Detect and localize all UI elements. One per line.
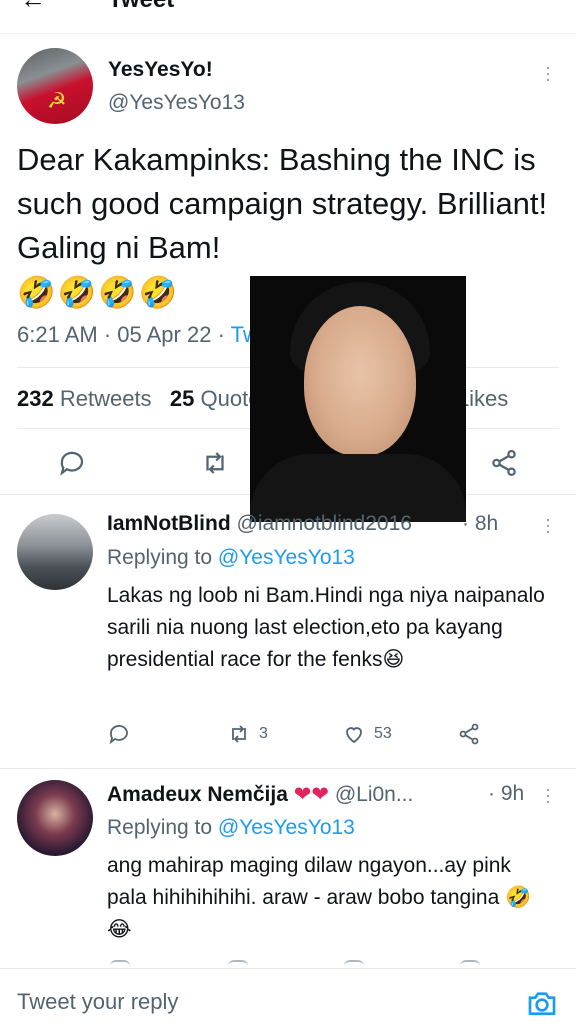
reply-icon[interactable] [107, 722, 131, 746]
retweet-button[interactable]: 3 [227, 722, 268, 746]
retweet-icon[interactable] [228, 960, 248, 968]
replying-prefix: Replying to [107, 546, 213, 569]
retweet-label[interactable]: Retweets [60, 386, 152, 411]
more-options-icon[interactable]: · · · [545, 510, 551, 540]
more-options-icon[interactable]: · · · [545, 58, 551, 88]
replying-to: Replying to @YesYesYo13 [107, 546, 355, 570]
reply-author-name[interactable]: IamNotBlind @iamnotblind2016 [107, 512, 412, 536]
author-handle[interactable]: @YesYesYo13 [108, 91, 245, 115]
share-icon[interactable] [489, 448, 519, 478]
reply-timestamp[interactable]: · 9h [488, 782, 524, 806]
quote-count[interactable]: 25 [170, 386, 194, 411]
avatar[interactable]: ☭ [17, 48, 93, 124]
replying-to: Replying to @YesYesYo13 [107, 816, 355, 840]
reply-author-display-name: Amadeux Nemčija [107, 783, 288, 806]
page-title: Tweet [108, 0, 174, 14]
avatar[interactable] [17, 514, 93, 590]
reply-icon[interactable] [110, 960, 130, 968]
engagement-stats: 232 Retweets 25 Quote [17, 386, 260, 412]
heart-red-icon: ❤ [293, 783, 312, 806]
avatar[interactable] [17, 780, 93, 856]
flag-symbol-icon: ☭ [47, 88, 67, 113]
reply-author-handle: @Li0n... [334, 783, 414, 806]
tweet-meta: 6:21 AM · 05 Apr 22 · Tw droid [17, 322, 464, 348]
reply-timestamp[interactable]: · 8h [462, 512, 498, 536]
reply-input[interactable]: Tweet your reply [17, 989, 178, 1015]
more-options-icon[interactable]: · · · [545, 780, 551, 810]
like-icon[interactable] [344, 960, 364, 968]
share-icon[interactable] [457, 722, 481, 746]
tweet-timestamp: 6:21 AM · 05 Apr 22 · [17, 322, 225, 347]
replying-to-handle[interactable]: @YesYesYo13 [218, 546, 355, 569]
share-icon[interactable] [460, 960, 480, 968]
retweet-count: 3 [259, 725, 268, 742]
like-icon [346, 727, 362, 744]
tweet-text: Dear Kakampinks: Bashing the INC is such… [17, 142, 548, 265]
retweet-count[interactable]: 232 [17, 386, 54, 411]
reply-author-display-name: IamNotBlind [107, 512, 231, 535]
video-overlay[interactable] [250, 276, 466, 522]
back-arrow-icon[interactable]: ← [20, 0, 46, 15]
retweet-icon[interactable] [200, 448, 230, 478]
person-face [304, 306, 416, 456]
reply-text: ang mahirap maging dilaw ngayon...ay pin… [107, 854, 532, 941]
reply-icon[interactable] [57, 448, 87, 478]
reply-author-handle: @iamnotblind2016 [236, 512, 412, 535]
tweet-emojis: 🤣🤣🤣🤣 [17, 275, 180, 310]
reply-composer[interactable]: Tweet your reply [0, 968, 576, 1024]
divider [0, 768, 576, 769]
like-button[interactable]: 53 [342, 722, 392, 746]
top-navigation-bar: ← Tweet [0, 0, 576, 34]
reply-action-bar: 3 53 [107, 722, 507, 750]
heart-green-icon: ❤ [311, 783, 329, 806]
reply-text: Lakas ng loob ni Bam.Hindi nga niya naip… [107, 584, 545, 671]
replying-prefix: Replying to [107, 816, 213, 839]
replying-to-handle[interactable]: @YesYesYo13 [218, 816, 355, 839]
retweet-icon [232, 725, 246, 743]
reply-author-name[interactable]: Amadeux Nemčija ❤❤ @Li0n... [107, 782, 413, 807]
like-count: 53 [374, 725, 392, 742]
author-name[interactable]: YesYesYo! [108, 58, 213, 82]
camera-icon[interactable] [526, 987, 558, 1017]
